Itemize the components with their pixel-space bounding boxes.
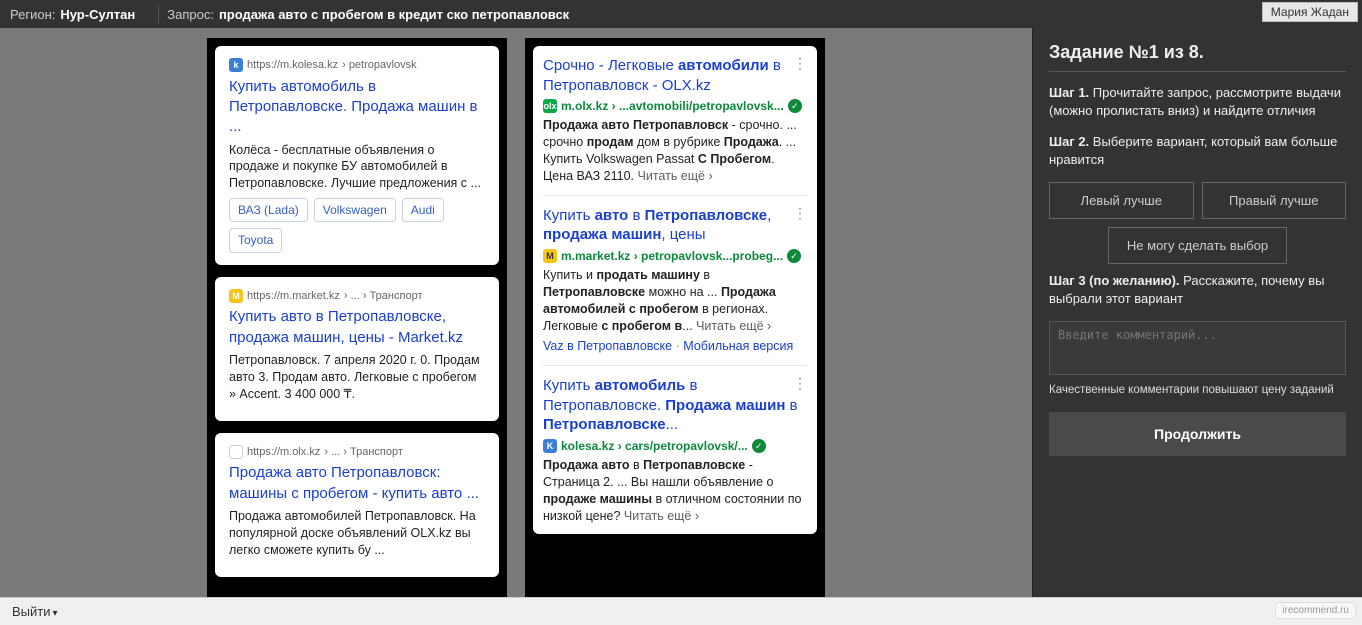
result-title[interactable]: Продажа авто Петропавловск: машины с про…: [229, 463, 485, 504]
tags-row: ВАЗ (Lada) Volkswagen Audi Toyota: [229, 198, 485, 252]
url-text: m.olx.kz › ...avtomobili/petropavlovsk..…: [561, 98, 784, 114]
region-label: Регион:: [10, 7, 55, 22]
result-title[interactable]: Купить авто в Петропавловске, продажа ма…: [229, 307, 485, 348]
verified-icon: ✓: [752, 439, 766, 453]
url-text: kolesa.kz › cars/petropavlovsk/...: [561, 438, 748, 454]
query-label: Запрос:: [167, 7, 214, 22]
kolesa-icon: k: [229, 58, 243, 72]
task-title: Задание №1 из 8.: [1049, 42, 1346, 63]
right-result-1[interactable]: ⋮ Срочно - Легковые автомобили в Петропа…: [533, 46, 817, 534]
result-desc: Купить и продать машину в Петропавловске…: [543, 267, 807, 335]
result-title[interactable]: Срочно - Легковые автомобили в Петропавл…: [543, 56, 807, 95]
result-desc: Петропавловск. 7 апреля 2020 г. 0. Прода…: [229, 352, 485, 403]
kebab-icon[interactable]: ⋮: [793, 56, 807, 70]
left-result-1[interactable]: k https://m.kolesa.kz › petropavlovsk Ку…: [215, 46, 499, 265]
tag-audi[interactable]: Audi: [402, 198, 444, 222]
left-better-button[interactable]: Левый лучше: [1049, 182, 1194, 219]
sitelinks: Vaz в Петропавловске · Мобильная версия: [543, 338, 807, 355]
exit-button[interactable]: Выйти▾: [12, 604, 58, 619]
verified-icon: ✓: [787, 249, 801, 263]
continue-button[interactable]: Продолжить: [1049, 412, 1346, 456]
result-desc: Продажа автомобилей Петропавловск. На по…: [229, 508, 485, 559]
url-text: m.market.kz › petropavlovsk...probeg...: [561, 248, 783, 264]
step-3: Шаг 3 (по желанию). Расскажите, почему в…: [1049, 272, 1346, 307]
main-area: k https://m.kolesa.kz › petropavlovsk Ку…: [0, 28, 1362, 597]
result-desc: Колёса - бесплатные объявления о продаже…: [229, 142, 485, 193]
step-2: Шаг 2. Выберите вариант, который вам бол…: [1049, 133, 1346, 168]
comment-textarea[interactable]: [1049, 321, 1346, 375]
task-sidebar: Задание №1 из 8. Шаг 1. Прочитайте запро…: [1032, 28, 1362, 597]
read-more[interactable]: Читать ещё ›: [638, 169, 713, 183]
query-value: продажа авто с пробегом в кредит ско пет…: [219, 7, 569, 22]
result-desc: Продажа авто Петропавловск - срочно. ...…: [543, 117, 807, 185]
tag-toyota[interactable]: Toyota: [229, 228, 282, 252]
choice-row-none: Не могу сделать выбор: [1049, 227, 1346, 264]
result-desc: Продажа авто в Петропавловске - Страница…: [543, 457, 807, 525]
tag-vw[interactable]: Volkswagen: [314, 198, 396, 222]
left-serp-column[interactable]: k https://m.kolesa.kz › petropavlovsk Ку…: [207, 38, 507, 597]
market-icon: M: [229, 289, 243, 303]
breadcrumb-path: › ... › Транспорт: [324, 445, 403, 460]
user-badge[interactable]: Мария Жадан: [1262, 2, 1358, 22]
left-result-3[interactable]: olx https://m.olx.kz › ... › Транспорт П…: [215, 433, 499, 577]
result-url: olx m.olx.kz › ...avtomobili/petropavlov…: [543, 98, 807, 114]
market-icon: M: [543, 249, 557, 263]
serp-container: k https://m.kolesa.kz › petropavlovsk Ку…: [0, 28, 1032, 597]
right-better-button[interactable]: Правый лучше: [1202, 182, 1347, 219]
olx-icon: olx: [543, 99, 557, 113]
breadcrumb-host: https://m.olx.kz: [247, 445, 320, 460]
result-title[interactable]: Купить авто в Петропавловске, продажа ма…: [543, 206, 807, 245]
sitelink-1[interactable]: Vaz в Петропавловске: [543, 339, 672, 353]
result-url: M m.market.kz › petropavlovsk...probeg..…: [543, 248, 807, 264]
step-1: Шаг 1. Прочитайте запрос, рассмотрите вы…: [1049, 84, 1346, 119]
result-title[interactable]: Купить автомобиль в Петропавловске. Прод…: [543, 376, 807, 435]
breadcrumb-path: › ... › Транспорт: [344, 289, 423, 304]
sitelink-2[interactable]: Мобильная версия: [683, 339, 793, 353]
result-title[interactable]: Купить автомобиль в Петропавловске. Прод…: [229, 77, 485, 138]
watermark-badge: irecommend.ru: [1275, 602, 1356, 619]
vbar: [158, 5, 159, 23]
result-url: K kolesa.kz › cars/petropavlovsk/... ✓: [543, 438, 807, 454]
breadcrumb-path: › petropavlovsk: [342, 58, 417, 73]
breadcrumb-host: https://m.kolesa.kz: [247, 58, 338, 73]
region-value: Нур-Султан: [60, 7, 135, 22]
chevron-down-icon: ▾: [53, 608, 58, 619]
left-result-2[interactable]: M https://m.market.kz › ... › Транспорт …: [215, 277, 499, 421]
verified-icon: ✓: [788, 99, 802, 113]
bottom-bar: Выйти▾: [0, 597, 1362, 625]
kebab-icon[interactable]: ⋮: [793, 376, 807, 390]
tag-lada[interactable]: ВАЗ (Lada): [229, 198, 308, 222]
read-more[interactable]: Читать ещё ›: [696, 319, 771, 333]
cannot-choose-button[interactable]: Не могу сделать выбор: [1108, 227, 1287, 264]
comment-hint: Качественные комментарии повышают цену з…: [1049, 384, 1346, 396]
kolesa-icon: K: [543, 439, 557, 453]
read-more[interactable]: Читать ещё ›: [624, 509, 699, 523]
kebab-icon[interactable]: ⋮: [793, 206, 807, 220]
top-bar: Регион: Нур-Султан Запрос: продажа авто …: [0, 0, 1362, 28]
olx-icon: olx: [229, 445, 243, 459]
breadcrumb-host: https://m.market.kz: [247, 289, 340, 304]
right-serp-column[interactable]: ⋮ Срочно - Легковые автомобили в Петропа…: [525, 38, 825, 597]
choice-row: Левый лучше Правый лучше: [1049, 182, 1346, 219]
